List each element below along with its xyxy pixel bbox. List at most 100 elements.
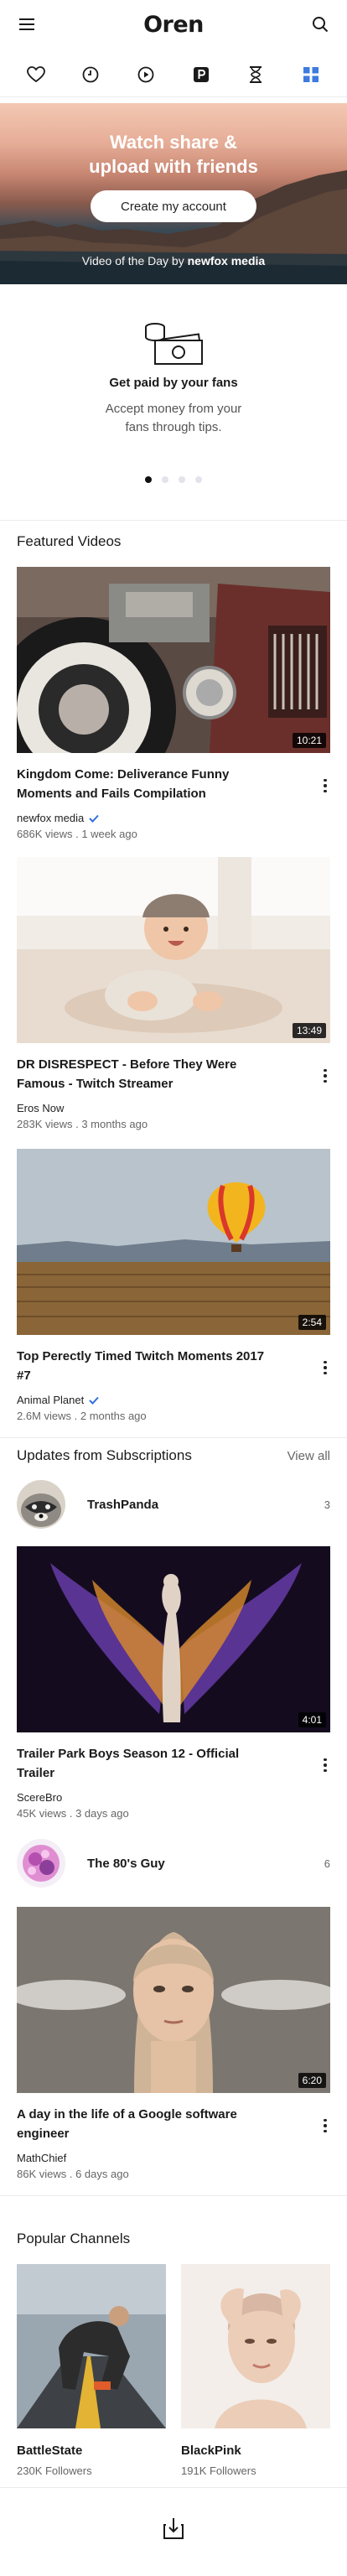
- video-thumbnail[interactable]: 6:20: [17, 1907, 330, 2093]
- video-card[interactable]: 10:21 Kingdom Come: Deliverance Funny Mo…: [17, 567, 330, 840]
- video-meta: 86K views . 6 days ago: [17, 2168, 129, 2180]
- video-thumbnail[interactable]: 13:49: [17, 857, 330, 1043]
- hero-title-line1: Watch share &: [109, 132, 237, 153]
- channel-image[interactable]: [181, 2264, 330, 2428]
- carousel-dot[interactable]: [195, 476, 202, 483]
- promo-text: Accept money from your fans through tips…: [0, 400, 347, 437]
- app-logo[interactable]: Oren: [143, 12, 204, 38]
- promo-title: Get paid by your fans: [109, 376, 238, 390]
- video-meta: 2.6M views . 2 months ago: [17, 1410, 147, 1422]
- video-thumbnail[interactable]: 4:01: [17, 1546, 330, 1732]
- carousel-dots: [0, 476, 347, 483]
- video-card[interactable]: 6:20 A day in the life of a Google softw…: [17, 1907, 330, 2180]
- channel-followers: 191K Followers: [181, 2464, 256, 2477]
- promo-card: Get paid by your fans Accept money from …: [0, 319, 347, 437]
- channel-name[interactable]: BattleState: [17, 2444, 166, 2458]
- subscription-channel-row[interactable]: TrashPanda 3: [17, 1479, 330, 1530]
- popular-section-title: Popular Channels: [17, 2231, 131, 2246]
- tab-videos[interactable]: [129, 58, 163, 91]
- tab-browse[interactable]: [294, 58, 328, 91]
- section-divider: [0, 1437, 347, 1444]
- video-card[interactable]: 4:01 Trailer Park Boys Season 12 - Offic…: [17, 1546, 330, 1820]
- subscriptions-section-title: Updates from Subscriptions: [17, 1447, 192, 1463]
- view-all-link[interactable]: View all: [287, 1449, 330, 1463]
- carousel-dot[interactable]: [145, 476, 152, 483]
- avatar[interactable]: [17, 1480, 65, 1529]
- verified-icon: [89, 1396, 99, 1405]
- hero-caption: Video of the Day by newfox media: [0, 254, 347, 267]
- subscription-channel-name[interactable]: The 80's Guy: [87, 1857, 165, 1871]
- clock-icon: [83, 66, 99, 82]
- promo-text-line2: fans through tips.: [125, 420, 222, 434]
- hero-caption-brand[interactable]: newfox media: [188, 254, 266, 267]
- tab-history[interactable]: [74, 58, 107, 91]
- channel-card[interactable]: BlackPink 191K Followers: [181, 2264, 330, 2477]
- channel-followers: 230K Followers: [17, 2464, 92, 2477]
- video-title[interactable]: Top Perectly Timed Twitch Moments 2017 #…: [17, 1347, 268, 1385]
- video-meta: 686K views . 1 week ago: [17, 828, 137, 840]
- video-title[interactable]: DR DISRESPECT - Before They Were Famous …: [17, 1055, 268, 1093]
- video-title[interactable]: Kingdom Come: Deliverance Funny Moments …: [17, 765, 268, 803]
- search-icon[interactable]: [310, 14, 330, 34]
- section-divider: [0, 520, 347, 527]
- video-title[interactable]: A day in the life of a Google software e…: [17, 2105, 268, 2143]
- section-divider: [0, 2487, 347, 2494]
- video-card[interactable]: 2:54 Top Perectly Timed Twitch Moments 2…: [17, 1149, 330, 1422]
- more-options-icon[interactable]: [320, 1358, 330, 1377]
- verified-icon: [89, 814, 99, 823]
- video-meta: 45K views . 3 days ago: [17, 1807, 129, 1820]
- create-account-button[interactable]: Create my account: [91, 190, 256, 222]
- hero-banner: Watch share & upload with friends Create…: [0, 103, 347, 284]
- more-options-icon[interactable]: [320, 776, 330, 795]
- video-channel[interactable]: Eros Now: [17, 1102, 330, 1114]
- video-meta: 283K views . 3 months ago: [17, 1118, 148, 1130]
- hero-caption-prefix: Video of the Day by: [81, 254, 184, 267]
- video-duration: 2:54: [298, 1315, 326, 1330]
- carousel-dot[interactable]: [162, 476, 168, 483]
- category-tabs: [0, 52, 347, 97]
- video-duration: 10:21: [292, 733, 326, 748]
- grid-icon: [303, 66, 319, 82]
- video-channel[interactable]: Animal Planet: [17, 1394, 330, 1406]
- channel-image[interactable]: [17, 2264, 166, 2428]
- video-channel[interactable]: MathChief: [17, 2152, 330, 2164]
- subscription-channel-name[interactable]: TrashPanda: [87, 1498, 158, 1512]
- play-icon: [137, 66, 154, 82]
- section-divider: [0, 2195, 347, 2202]
- hourglass-icon: [250, 65, 262, 83]
- more-options-icon[interactable]: [320, 2116, 330, 2135]
- subscription-new-count: 6: [324, 1857, 330, 1870]
- menu-icon[interactable]: [17, 14, 37, 34]
- tab-premium[interactable]: [184, 58, 218, 91]
- channel-name[interactable]: BlackPink: [181, 2444, 330, 2458]
- more-options-icon[interactable]: [320, 1067, 330, 1085]
- avatar[interactable]: [17, 1839, 65, 1888]
- video-channel[interactable]: newfox media: [17, 812, 330, 824]
- video-title[interactable]: Trailer Park Boys Season 12 - Official T…: [17, 1744, 268, 1783]
- video-thumbnail[interactable]: 2:54: [17, 1149, 330, 1335]
- channel-name[interactable]: Eros Now: [17, 1102, 64, 1114]
- video-card[interactable]: 13:49 DR DISRESPECT - Before They Were F…: [17, 857, 330, 1130]
- video-channel[interactable]: ScereBro: [17, 1791, 330, 1804]
- subscription-new-count: 3: [324, 1498, 330, 1511]
- top-bar: Oren: [0, 0, 347, 49]
- promo-text-line1: Accept money from your: [105, 402, 242, 416]
- channel-name[interactable]: MathChief: [17, 2152, 66, 2164]
- video-duration: 4:01: [298, 1712, 326, 1727]
- download-icon[interactable]: [161, 2516, 186, 2541]
- channel-name[interactable]: newfox media: [17, 812, 84, 824]
- channel-name[interactable]: ScereBro: [17, 1791, 62, 1804]
- carousel-dot[interactable]: [179, 476, 185, 483]
- video-duration: 13:49: [292, 1023, 326, 1038]
- parking-icon: [193, 66, 209, 82]
- tab-watch-later[interactable]: [239, 58, 272, 91]
- hero-title: Watch share & upload with friends: [0, 130, 347, 179]
- subscription-channel-row[interactable]: The 80's Guy 6: [17, 1838, 330, 1888]
- channel-name[interactable]: Animal Planet: [17, 1394, 84, 1406]
- more-options-icon[interactable]: [320, 1756, 330, 1774]
- video-duration: 6:20: [298, 2073, 326, 2088]
- featured-section-title: Featured Videos: [17, 533, 122, 549]
- channel-card[interactable]: BattleState 230K Followers: [17, 2264, 166, 2477]
- video-thumbnail[interactable]: 10:21: [17, 567, 330, 753]
- tab-favorites[interactable]: [19, 58, 53, 91]
